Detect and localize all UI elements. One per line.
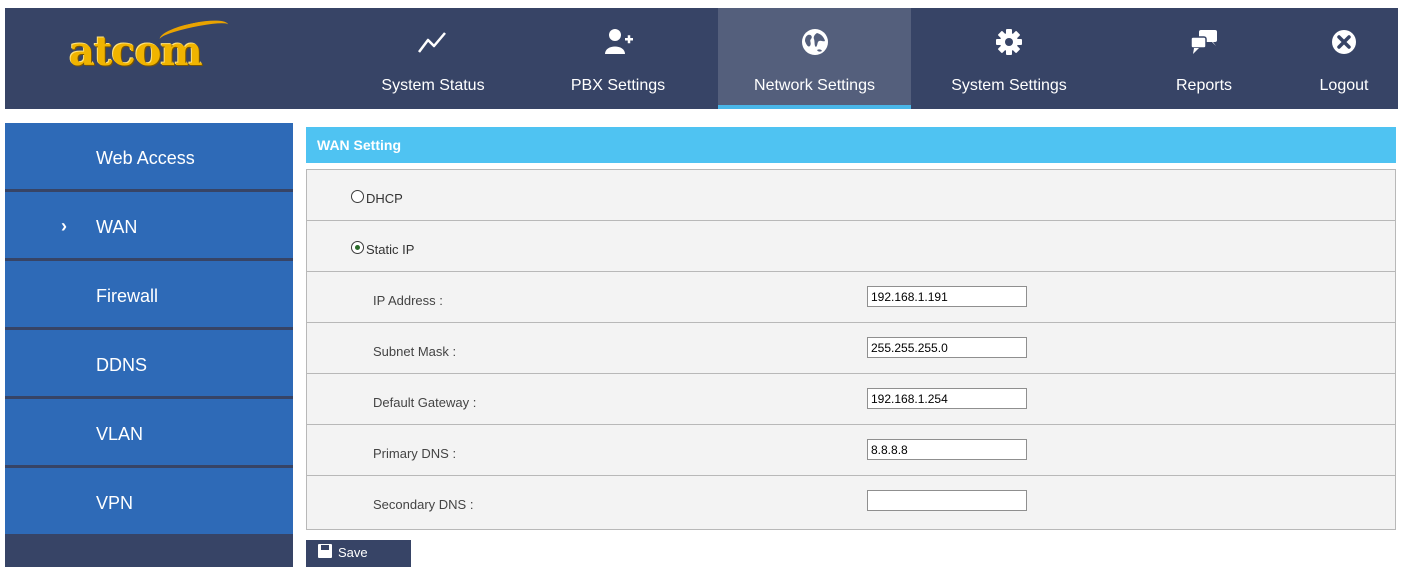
sidebar-item-web-access[interactable]: Web Access <box>5 123 293 189</box>
nav-pbx-settings-label: PBX Settings <box>570 77 666 94</box>
sidebar: Web Access › WAN Firewall DDNS VLAN VPN <box>5 123 293 567</box>
add-user-icon <box>605 29 633 54</box>
default-gateway-input[interactable] <box>867 388 1027 409</box>
secondary-dns-input[interactable] <box>867 490 1027 511</box>
nav-network-settings[interactable]: Network Settings <box>718 8 911 109</box>
save-button[interactable]: Save <box>306 540 411 567</box>
primary-dns-label: Primary DNS : <box>373 446 457 461</box>
floppy-disk-icon <box>318 544 332 558</box>
sidebar-item-vpn[interactable]: VPN <box>5 468 293 534</box>
chat-bubbles-icon <box>1190 30 1217 54</box>
sidebar-item-firewall[interactable]: Firewall <box>5 261 293 327</box>
primary-dns-input[interactable] <box>867 439 1027 460</box>
sidebar-item-vlan[interactable]: VLAN <box>5 399 293 465</box>
globe-icon <box>801 29 828 55</box>
dhcp-radio-label[interactable]: DHCP <box>366 191 403 206</box>
nav-system-status-label: System Status <box>381 77 485 94</box>
sidebar-item-label: WAN <box>96 217 138 237</box>
nav-reports-label: Reports <box>1175 77 1233 94</box>
dhcp-radio[interactable] <box>351 190 364 203</box>
panel-title: WAN Setting <box>317 137 401 153</box>
subnet-mask-label: Subnet Mask : <box>373 344 457 359</box>
sidebar-item-label: VLAN <box>96 424 144 444</box>
static-ip-radio-label[interactable]: Static IP <box>366 242 414 257</box>
sidebar-item-label: DDNS <box>96 355 148 375</box>
form-row-subnet-mask: Subnet Mask : <box>307 323 1395 374</box>
form-row-primary-dns: Primary DNS : <box>307 425 1395 476</box>
nav-system-settings-label: System Settings <box>951 77 1067 94</box>
default-gateway-label: Default Gateway : <box>373 395 477 410</box>
ip-address-input[interactable] <box>867 286 1027 307</box>
wan-settings-form: DHCP Static IP IP Address : Subnet Mask … <box>306 169 1396 530</box>
form-row-default-gateway: Default Gateway : <box>307 374 1395 425</box>
nav-logout[interactable]: Logout <box>1305 8 1383 109</box>
secondary-dns-label: Secondary DNS : <box>373 497 474 512</box>
sidebar-item-label: VPN <box>96 493 134 513</box>
ip-address-label: IP Address : <box>373 293 443 308</box>
form-row-dhcp: DHCP <box>307 170 1395 221</box>
gear-icon <box>996 29 1022 55</box>
static-ip-radio[interactable] <box>351 241 364 254</box>
sidebar-item-ddns[interactable]: DDNS <box>5 330 293 396</box>
chevron-right-icon: › <box>61 216 67 236</box>
save-button-label: Save <box>338 545 368 560</box>
nav-logout-label: Logout <box>1319 77 1369 94</box>
nav-system-status[interactable]: System Status <box>357 8 509 109</box>
subnet-mask-input[interactable] <box>867 337 1027 358</box>
form-row-secondary-dns: Secondary DNS : <box>307 476 1395 526</box>
top-navigation-bar: atcom System Status PBX Settings Network… <box>5 8 1398 109</box>
nav-system-settings[interactable]: System Settings <box>929 8 1089 109</box>
panel-header: WAN Setting <box>306 127 1396 163</box>
close-circle-icon <box>1332 30 1356 54</box>
sidebar-item-wan[interactable]: › WAN <box>5 192 293 258</box>
sidebar-item-label: Firewall <box>96 286 159 306</box>
form-row-static-ip: Static IP <box>307 221 1395 272</box>
nav-pbx-settings[interactable]: PBX Settings <box>545 8 691 109</box>
line-chart-icon <box>418 32 446 53</box>
nav-network-settings-label: Network Settings <box>754 77 875 94</box>
form-row-ip-address: IP Address : <box>307 272 1395 323</box>
nav-reports[interactable]: Reports <box>1151 8 1257 109</box>
sidebar-item-label: Web Access <box>96 148 195 168</box>
